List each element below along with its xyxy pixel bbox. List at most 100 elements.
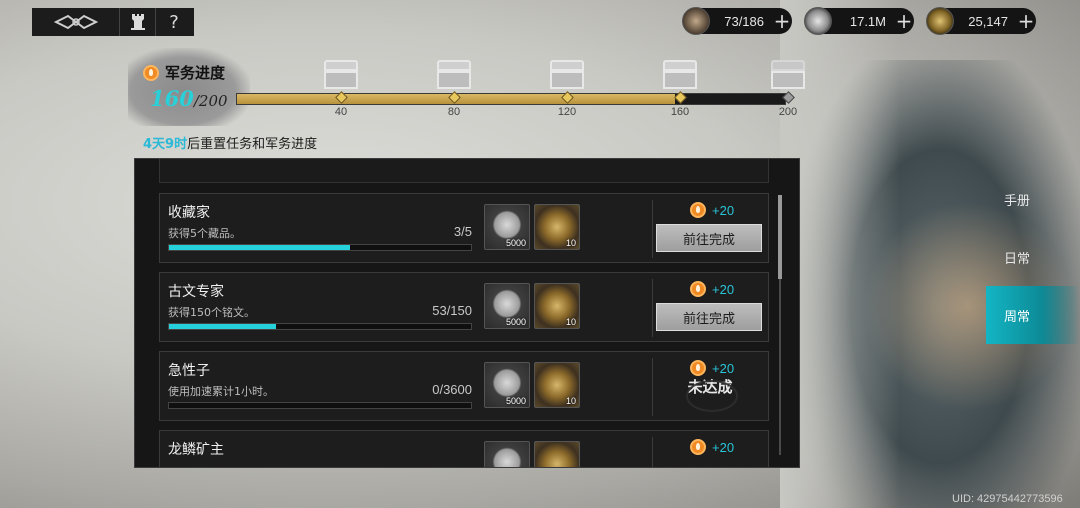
milestone-label: 200 bbox=[778, 106, 798, 118]
reward-qty: 10 bbox=[565, 238, 576, 248]
task-name: 急性子 bbox=[168, 363, 210, 379]
top-left-toolbar: ? bbox=[32, 8, 194, 36]
scrollbar-thumb[interactable] bbox=[778, 195, 782, 279]
milestone-label: 40 bbox=[334, 106, 348, 118]
resource-value: 17.1M bbox=[849, 13, 886, 29]
milestone-120[interactable]: 120 bbox=[542, 60, 592, 118]
task-points: +20 bbox=[690, 202, 734, 218]
milestone-40[interactable]: 40 bbox=[316, 60, 366, 118]
chest-icon bbox=[661, 60, 699, 90]
milestone-200[interactable]: 200 bbox=[763, 60, 813, 118]
task-points: +20 bbox=[690, 439, 734, 455]
reset-note: 4天9时后重置任务和军务进度 bbox=[143, 133, 317, 152]
go-complete-button[interactable]: 前往完成 bbox=[656, 303, 762, 331]
task-count: 3/5 bbox=[453, 224, 472, 239]
points-value: +20 bbox=[712, 360, 735, 376]
tab-handbook[interactable]: 手册 bbox=[986, 170, 1080, 228]
add-gold-button[interactable]: + bbox=[1016, 11, 1036, 31]
task-panel[interactable]: 收藏家 获得5个藏品。 3/5 5000 10 +20 前往完成 古文专家 获得… bbox=[134, 158, 800, 468]
task-name: 龙鳞矿主 bbox=[168, 442, 224, 458]
reward-gold-ore[interactable]: 10 bbox=[534, 362, 580, 408]
emblem-icon bbox=[53, 14, 98, 30]
reset-text: 后重置任务和军务进度 bbox=[187, 137, 318, 152]
flame-icon bbox=[690, 202, 706, 218]
reset-time: 4天9时 bbox=[143, 137, 188, 152]
divider bbox=[652, 200, 653, 258]
milestone-label: 80 bbox=[447, 106, 461, 118]
reward-gold-ore[interactable]: 10 bbox=[534, 283, 580, 329]
milestone-label: 160 bbox=[670, 106, 690, 118]
task-name: 古文专家 bbox=[168, 284, 224, 300]
flame-icon bbox=[690, 281, 706, 297]
divider bbox=[652, 358, 653, 416]
reward-gold-ore[interactable]: 10 bbox=[534, 204, 580, 250]
divider bbox=[652, 279, 653, 337]
task-row: 龙鳞矿主 +20 bbox=[159, 430, 769, 467]
gear-claw-icon bbox=[682, 7, 710, 35]
add-silver-button[interactable]: + bbox=[894, 11, 914, 31]
side-nav: 手册 日常 周常 bbox=[986, 170, 1080, 344]
points-value: +20 bbox=[712, 439, 735, 455]
gold-ore-icon bbox=[926, 7, 954, 35]
go-complete-button[interactable]: 前往完成 bbox=[656, 224, 762, 252]
task-progress-bar bbox=[168, 323, 472, 330]
flame-icon bbox=[143, 64, 159, 81]
task-desc: 获得150个铭文。 bbox=[168, 306, 255, 319]
silver-coin-icon bbox=[804, 7, 832, 35]
back-button[interactable] bbox=[32, 8, 120, 36]
unmet-status: 未达成 bbox=[660, 376, 760, 412]
task-progress-bar bbox=[168, 244, 472, 251]
milestone-160[interactable]: 160 bbox=[655, 60, 705, 118]
milestone-marker bbox=[447, 91, 461, 104]
points-value: +20 bbox=[712, 202, 735, 218]
progress-current: 160 bbox=[150, 86, 194, 111]
reward-qty: 10 bbox=[565, 317, 576, 327]
tab-daily[interactable]: 日常 bbox=[986, 228, 1080, 286]
task-name: 收藏家 bbox=[168, 205, 210, 221]
milestone-label: 120 bbox=[557, 106, 577, 118]
reward-qty: 5000 bbox=[505, 317, 526, 327]
reward-qty: 10 bbox=[565, 396, 576, 406]
castle-button[interactable] bbox=[120, 8, 156, 36]
resource-value: 25,147 bbox=[968, 13, 1008, 29]
divider bbox=[652, 437, 653, 467]
milestone-marker bbox=[560, 91, 574, 104]
task-progress-fill bbox=[169, 324, 276, 329]
reward-gold-ore[interactable] bbox=[534, 441, 580, 467]
chest-icon bbox=[322, 60, 360, 90]
progress-title-text: 军务进度 bbox=[165, 64, 226, 82]
task-points: +20 bbox=[690, 360, 734, 376]
task-row: 急性子 使用加速累计1小时。 0/3600 5000 10 +20 未达成 bbox=[159, 351, 769, 421]
reward-silver-coin[interactable]: 5000 bbox=[484, 283, 530, 329]
resource-stamina: 73/186 + bbox=[682, 7, 792, 35]
task-desc: 获得5个藏品。 bbox=[168, 227, 241, 240]
flame-icon bbox=[690, 360, 706, 376]
task-count: 0/3600 bbox=[432, 382, 472, 397]
add-stamina-button[interactable]: + bbox=[772, 11, 792, 31]
reward-qty: 5000 bbox=[505, 396, 526, 406]
flame-icon bbox=[690, 439, 706, 455]
milestone-80[interactable]: 80 bbox=[429, 60, 479, 118]
tower-icon bbox=[130, 14, 145, 30]
chest-icon bbox=[548, 60, 586, 90]
milestone-marker bbox=[673, 91, 687, 104]
reward-silver-coin[interactable] bbox=[484, 441, 530, 467]
reward-silver-coin[interactable]: 5000 bbox=[484, 362, 530, 408]
reward-silver-coin[interactable]: 5000 bbox=[484, 204, 530, 250]
chest-icon bbox=[435, 60, 473, 90]
task-row: 收藏家 获得5个藏品。 3/5 5000 10 +20 前往完成 bbox=[159, 193, 769, 263]
task-desc: 使用加速累计1小时。 bbox=[168, 385, 274, 398]
tab-weekly[interactable]: 周常 bbox=[986, 286, 1080, 344]
help-button[interactable]: ? bbox=[156, 8, 192, 36]
task-row: 古文专家 获得150个铭文。 53/150 5000 10 +20 前往完成 bbox=[159, 272, 769, 342]
task-points: +20 bbox=[690, 281, 734, 297]
progress-count: 160/200 bbox=[150, 86, 228, 111]
progress-title: 军务进度 bbox=[143, 62, 225, 83]
resource-silver: 17.1M + bbox=[804, 7, 914, 35]
reward-qty: 5000 bbox=[505, 238, 526, 248]
milestone-marker bbox=[781, 91, 795, 104]
large-chest-icon bbox=[769, 60, 807, 90]
milestone-marker bbox=[334, 91, 348, 104]
scrollbar[interactable] bbox=[778, 195, 782, 455]
uid-label: UID: 42975442773596 bbox=[952, 493, 1063, 505]
